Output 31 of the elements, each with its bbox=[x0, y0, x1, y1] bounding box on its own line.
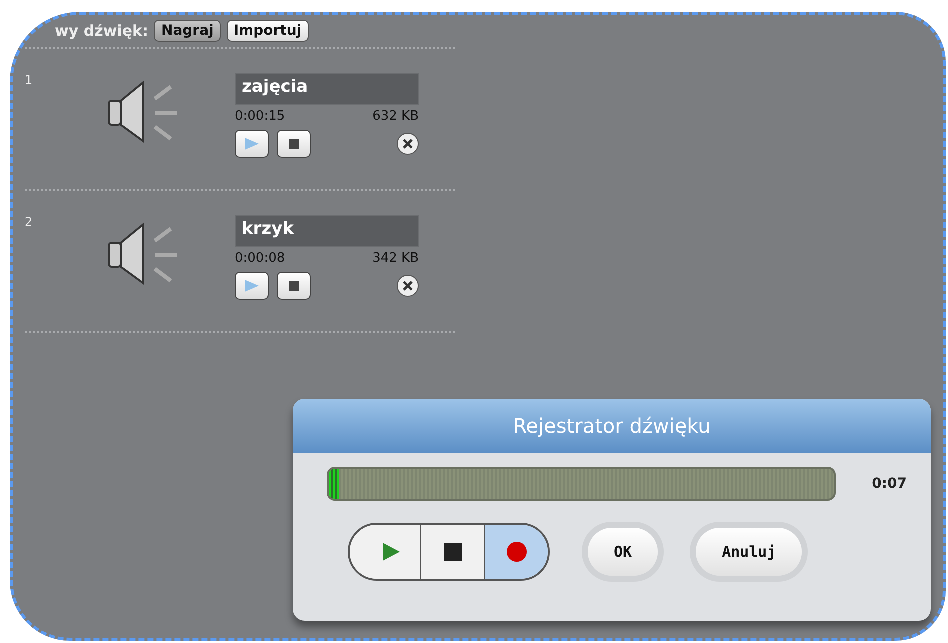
sound-name-field[interactable]: zajęcia bbox=[235, 73, 419, 105]
play-button[interactable] bbox=[235, 272, 269, 300]
close-icon bbox=[403, 281, 413, 291]
stop-icon bbox=[444, 543, 462, 561]
cancel-button[interactable]: Anuluj bbox=[696, 528, 802, 576]
new-sound-label: wy dźwięk: bbox=[55, 22, 148, 40]
stop-button[interactable] bbox=[277, 272, 311, 300]
sound-size: 632 KB bbox=[372, 109, 419, 124]
record-button[interactable] bbox=[484, 525, 548, 579]
delete-button[interactable] bbox=[397, 133, 419, 155]
play-icon bbox=[381, 542, 401, 562]
dialog-title: Rejestrator dźwięku bbox=[293, 399, 931, 453]
play-button[interactable] bbox=[235, 130, 269, 158]
record-icon bbox=[506, 542, 526, 562]
sound-duration: 0:00:08 bbox=[235, 251, 286, 266]
import-button[interactable]: Importuj bbox=[226, 20, 309, 42]
close-icon bbox=[403, 139, 413, 149]
sound-name-field[interactable]: krzyk bbox=[235, 215, 419, 247]
play-icon bbox=[244, 137, 260, 151]
ok-button[interactable]: OK bbox=[588, 528, 658, 576]
sound-number: 2 bbox=[25, 215, 34, 229]
sound-duration: 0:00:15 bbox=[235, 109, 286, 124]
play-icon bbox=[244, 279, 260, 293]
sound-number: 1 bbox=[25, 73, 34, 87]
recording-time: 0:07 bbox=[872, 476, 907, 492]
delete-button[interactable] bbox=[397, 275, 419, 297]
sound-size: 342 KB bbox=[372, 251, 419, 266]
record-button[interactable]: Nagraj bbox=[154, 20, 221, 42]
stop-button[interactable] bbox=[277, 130, 311, 158]
stop-icon bbox=[289, 139, 299, 149]
stop-icon bbox=[289, 281, 299, 291]
